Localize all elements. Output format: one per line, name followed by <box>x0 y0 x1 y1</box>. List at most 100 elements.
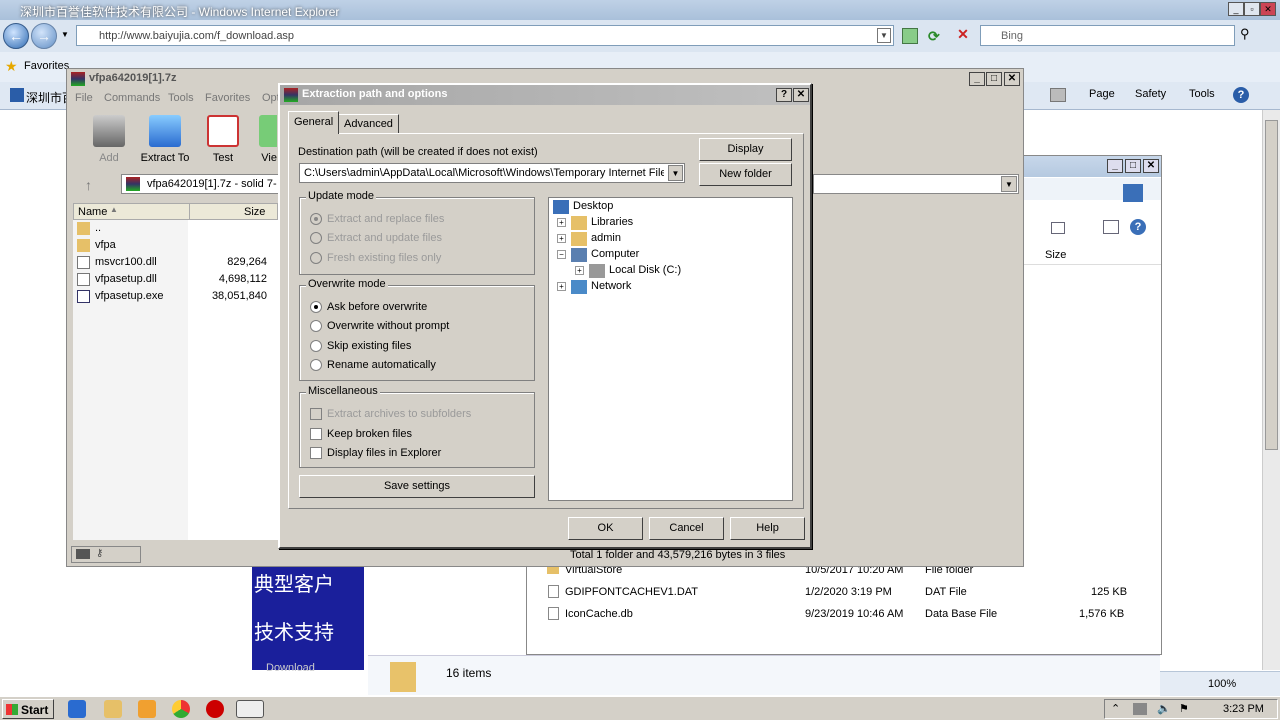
chrome-taskbar-icon[interactable] <box>172 700 190 718</box>
network-tray-icon[interactable] <box>1133 703 1147 715</box>
explorer-help-icon[interactable]: ? <box>1130 219 1146 235</box>
media-player-taskbar-icon[interactable] <box>138 700 156 718</box>
print-icon[interactable] <box>1050 88 1066 102</box>
page-text-support[interactable]: 技术支持 <box>254 616 334 645</box>
file-row[interactable]: vfpasetup.dll 4,698,112 <box>77 271 273 288</box>
view-button[interactable]: Vie <box>247 115 277 164</box>
compatibility-icon[interactable] <box>902 28 918 44</box>
dll-file-icon <box>77 256 90 269</box>
minimize-icon[interactable]: _ <box>1228 2 1244 16</box>
miscellaneous-label: Miscellaneous <box>306 385 380 397</box>
view-options-icon[interactable] <box>1051 222 1065 234</box>
search-icon[interactable]: ⚲ <box>1240 26 1260 46</box>
column-name[interactable]: Name <box>78 206 107 218</box>
history-dropdown-icon[interactable]: ▼ <box>61 30 69 39</box>
explorer-taskbar-icon[interactable] <box>104 700 122 718</box>
radio-circle <box>310 301 322 313</box>
help-button[interactable]: Help <box>730 517 805 540</box>
file-name: vfpasetup.exe <box>95 290 164 302</box>
display-button[interactable]: Display <box>699 138 792 161</box>
file-row[interactable]: GDIPFONTCACHEV1.DAT 1/2/2020 3:19 PM DAT… <box>547 584 1147 604</box>
explorer-search-icon[interactable] <box>1123 184 1143 202</box>
folder-tree[interactable]: Desktop + Libraries + admin − Computer +… <box>548 197 793 501</box>
menu-favorites[interactable]: Favorites <box>205 92 250 104</box>
items-count: 16 items <box>446 666 492 680</box>
tools-menu[interactable]: Tools <box>1189 88 1215 100</box>
scrollbar-thumb[interactable] <box>1265 120 1278 450</box>
menu-tools[interactable]: Tools <box>168 92 194 104</box>
save-settings-button[interactable]: Save settings <box>299 475 535 498</box>
column-divider[interactable] <box>189 204 190 220</box>
back-button[interactable]: ← <box>3 23 29 49</box>
add-button[interactable]: Add <box>79 115 139 164</box>
clock[interactable]: 3:23 PM <box>1223 703 1264 715</box>
destination-dropdown-icon[interactable]: ▼ <box>668 165 683 181</box>
winrar-maximize-icon[interactable]: □ <box>986 72 1002 86</box>
explorer-maximize-icon[interactable]: □ <box>1125 159 1141 173</box>
new-folder-button[interactable]: New folder <box>699 163 792 186</box>
tray-expand-icon[interactable]: ⌃ <box>1111 702 1120 715</box>
refresh-icon[interactable]: ⟳ <box>928 28 944 44</box>
preview-pane-icon[interactable] <box>1103 220 1119 234</box>
dialog-help-icon[interactable]: ? <box>776 88 792 102</box>
stop-icon[interactable]: ✕ <box>954 26 972 44</box>
menu-commands[interactable]: Commands <box>104 92 160 104</box>
close-icon[interactable]: ✕ <box>1260 2 1276 16</box>
winrar-taskbar-icon[interactable] <box>236 700 264 718</box>
folder-up-icon <box>77 222 90 235</box>
archive-path-box[interactable]: vfpa642019[1].7z - solid 7- <box>121 174 279 194</box>
safety-menu[interactable]: Safety <box>1135 88 1166 100</box>
dialog-close-icon[interactable]: ✕ <box>793 88 809 102</box>
ie-taskbar-icon[interactable] <box>68 700 86 718</box>
path-dropdown[interactable]: ▼ <box>813 174 1019 194</box>
file-name: msvcr100.dll <box>95 256 157 268</box>
test-button[interactable]: Test <box>193 115 253 164</box>
radio-label: Ask before overwrite <box>327 301 428 313</box>
volume-icon[interactable]: 🔈 <box>1157 702 1171 715</box>
file-row[interactable]: vfpa <box>77 237 273 254</box>
disk-icon <box>589 264 605 278</box>
archive-path: vfpa642019[1].7z - solid 7- <box>147 178 277 190</box>
path-dropdown-icon[interactable]: ▼ <box>1001 176 1017 192</box>
column-size[interactable]: Size <box>244 206 265 218</box>
address-dropdown-icon[interactable]: ▼ <box>877 28 891 43</box>
menu-file[interactable]: File <box>75 92 93 104</box>
opera-taskbar-icon[interactable] <box>206 700 224 718</box>
winrar-minimize-icon[interactable]: _ <box>969 72 985 86</box>
file-row[interactable]: IconCache.db 9/23/2019 10:46 AM Data Bas… <box>547 606 1147 626</box>
file-row[interactable]: msvcr100.dll 829,264 <box>77 254 273 271</box>
extract-to-button[interactable]: Extract To <box>135 115 195 164</box>
help-icon[interactable]: ? <box>1233 87 1249 103</box>
dll-file-icon <box>77 273 90 286</box>
explorer-minimize-icon[interactable]: _ <box>1107 159 1123 173</box>
file-row-parent[interactable]: .. <box>77 220 273 237</box>
up-arrow-icon[interactable]: ↑ <box>85 177 92 193</box>
destination-path-combo[interactable]: C:\Users\admin\AppData\Local\Microsoft\W… <box>299 163 685 183</box>
maximize-icon[interactable]: ▫ <box>1244 2 1260 16</box>
search-input[interactable]: Bing <box>980 25 1235 46</box>
extract-to-label: Extract To <box>140 152 190 164</box>
expand-icon[interactable]: + <box>557 282 566 291</box>
ok-button[interactable]: OK <box>568 517 643 540</box>
favorites-button[interactable]: Favorites <box>24 60 69 72</box>
explorer-close-icon[interactable]: ✕ <box>1143 159 1159 173</box>
page-menu[interactable]: Page <box>1089 88 1115 100</box>
tab-general[interactable]: General <box>288 111 340 134</box>
winrar-close-icon[interactable]: ✕ <box>1004 72 1020 86</box>
forward-button[interactable]: → <box>31 23 57 49</box>
address-bar[interactable]: http://www.baiyujia.com/f_download.asp ▼ <box>76 25 894 46</box>
tab-advanced[interactable]: Advanced <box>338 114 399 134</box>
file-row[interactable]: vfpasetup.exe 38,051,840 <box>77 288 273 305</box>
page-text-customers[interactable]: 典型客户 <box>254 568 334 597</box>
collapse-icon[interactable]: − <box>557 250 566 259</box>
flag-icon[interactable]: ⚑ <box>1179 702 1189 715</box>
expand-icon[interactable]: + <box>557 218 566 227</box>
expand-icon[interactable]: + <box>575 266 584 275</box>
zoom-level[interactable]: 100% <box>1208 678 1236 690</box>
page-text-download[interactable]: Download <box>266 662 315 674</box>
ie-vertical-scrollbar[interactable] <box>1262 110 1280 670</box>
expand-icon[interactable]: + <box>557 234 566 243</box>
start-button[interactable]: Start <box>2 699 54 719</box>
cancel-button[interactable]: Cancel <box>649 517 724 540</box>
column-size[interactable]: Size <box>1045 249 1066 261</box>
